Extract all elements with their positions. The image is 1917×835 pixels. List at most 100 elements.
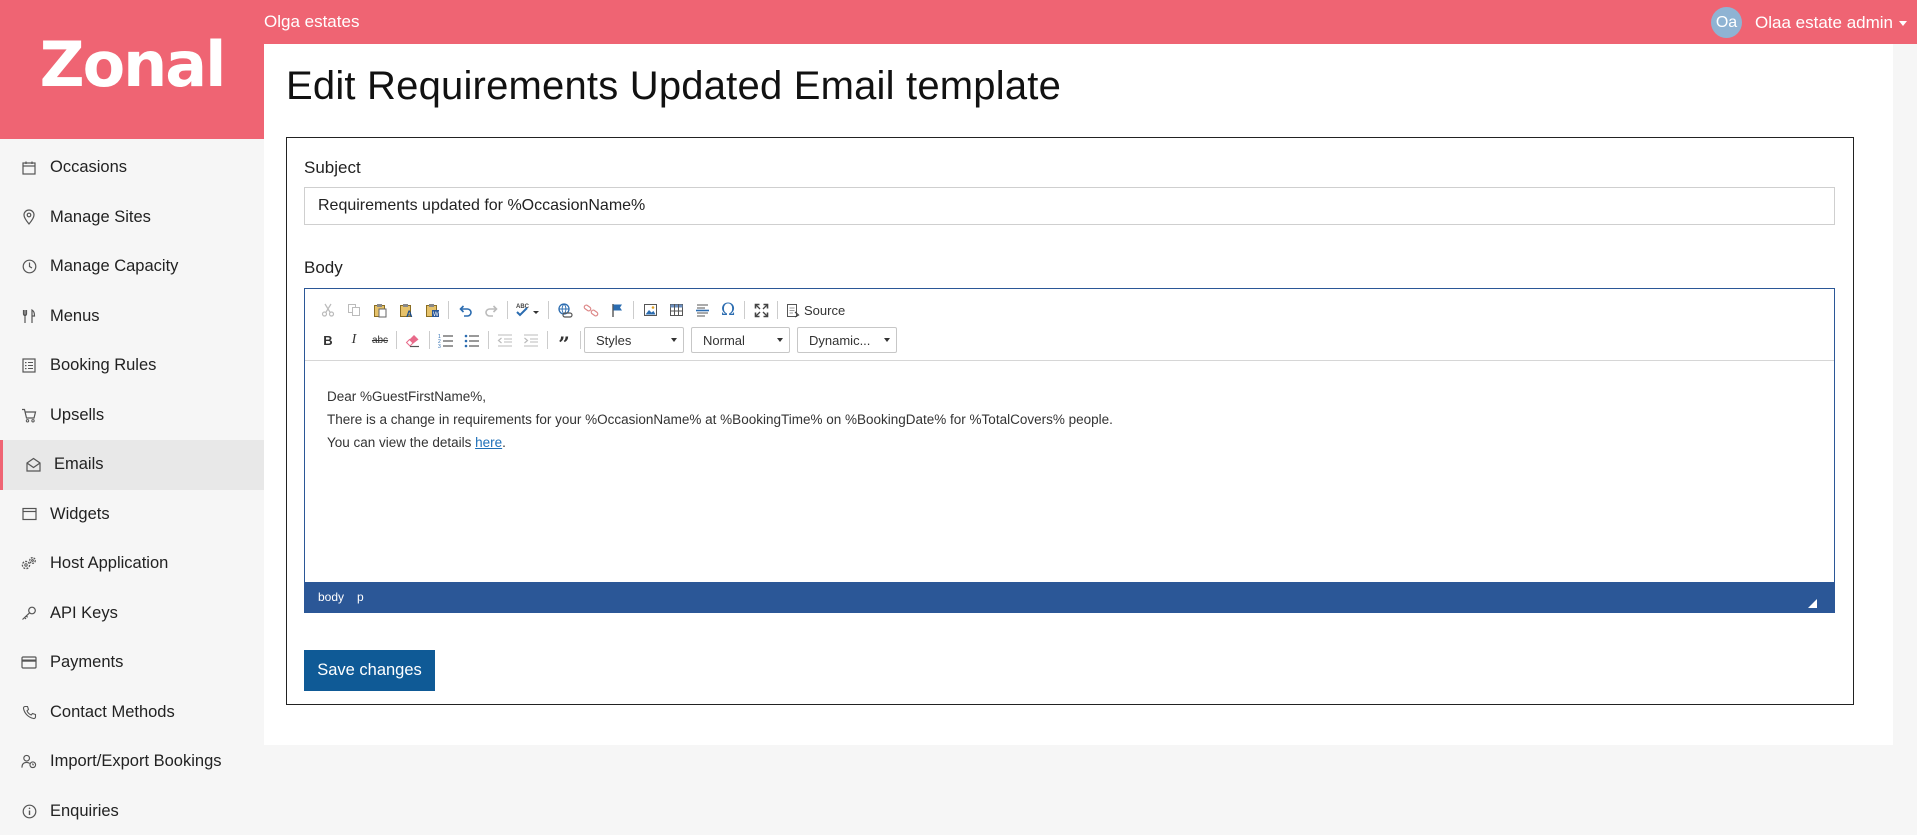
sidebar-item-label: Menus — [50, 306, 100, 325]
toolbar-separator — [777, 301, 778, 319]
location-pin-icon — [21, 209, 37, 226]
body-text: You can view the details — [327, 435, 476, 450]
svg-text:W: W — [433, 312, 439, 318]
sidebar-item-emails[interactable]: Emails — [0, 440, 264, 490]
redo-icon[interactable] — [478, 297, 504, 323]
decrease-indent-icon[interactable] — [492, 327, 518, 353]
sidebar: Zonal Occasions Manage Sites Manage Capa… — [0, 0, 264, 835]
body-line: There is a change in requirements for yo… — [327, 412, 1113, 427]
organisation-name[interactable]: Olga estates — [264, 12, 359, 32]
editor-content-area[interactable]: Dear %GuestFirstName%, There is a change… — [305, 361, 1834, 581]
maximize-icon[interactable] — [748, 297, 774, 323]
element-path-body[interactable]: body — [318, 590, 344, 604]
avatar[interactable]: Oa — [1711, 7, 1743, 38]
toolbar-separator — [548, 301, 549, 319]
logo-area[interactable]: Zonal — [0, 0, 264, 139]
source-label: Source — [804, 302, 846, 318]
increase-indent-icon[interactable] — [518, 327, 544, 353]
main-content: Edit Requirements Updated Email template… — [264, 44, 1893, 745]
svg-text:3: 3 — [438, 344, 441, 348]
copy-icon[interactable] — [341, 297, 367, 323]
sidebar-nav: Occasions Manage Sites Manage Capacity M… — [0, 143, 264, 835]
sidebar-item-manage-sites[interactable]: Manage Sites — [0, 193, 264, 243]
format-dropdown[interactable]: Normal — [691, 327, 790, 353]
details-link[interactable]: here — [475, 435, 502, 450]
toolbar-separator — [744, 301, 745, 319]
resize-handle-icon[interactable] — [1808, 599, 1817, 608]
sidebar-item-label: Occasions — [50, 158, 128, 177]
paste-word-icon[interactable]: W — [419, 297, 445, 323]
sidebar-item-import-export-bookings[interactable]: Import/Export Bookings — [0, 737, 264, 787]
chevron-down-icon — [671, 338, 677, 342]
sidebar-item-label: Contact Methods — [50, 702, 175, 721]
unlink-icon[interactable] — [578, 297, 604, 323]
anchor-flag-icon[interactable] — [604, 297, 630, 323]
bulleted-list-icon[interactable] — [459, 327, 485, 353]
sidebar-item-menus[interactable]: Menus — [0, 292, 264, 342]
source-icon — [785, 303, 800, 318]
styles-dropdown-label: Styles — [596, 332, 632, 348]
cut-icon[interactable] — [315, 297, 341, 323]
blockquote-icon[interactable]: ” — [551, 327, 577, 356]
info-icon — [21, 803, 37, 819]
sidebar-item-label: Host Application — [50, 554, 169, 573]
sidebar-item-host-application[interactable]: Host Application — [0, 539, 264, 589]
zonal-logo[interactable]: Zonal — [40, 28, 227, 101]
image-icon[interactable] — [637, 297, 663, 323]
body-label: Body — [304, 258, 343, 277]
save-changes-button[interactable]: Save changes — [304, 650, 435, 691]
undo-icon[interactable] — [452, 297, 478, 323]
styles-dropdown[interactable]: Styles — [584, 327, 684, 353]
toolbar-separator — [429, 331, 430, 349]
sidebar-item-upsells[interactable]: Upsells — [0, 391, 264, 441]
link-icon[interactable] — [552, 297, 578, 323]
special-character-icon[interactable]: Ω — [715, 297, 741, 323]
sidebar-item-payments[interactable]: Payments — [0, 638, 264, 688]
chevron-down-icon[interactable] — [1899, 21, 1907, 26]
remove-format-icon[interactable] — [400, 327, 426, 353]
editor-status-bar: body p — [305, 582, 1834, 612]
element-path-p[interactable]: p — [357, 590, 364, 604]
subject-input[interactable] — [304, 187, 1835, 225]
sidebar-item-occasions[interactable]: Occasions — [0, 143, 264, 193]
italic-icon[interactable]: I — [341, 327, 367, 353]
strikethrough-icon[interactable]: abc — [367, 327, 393, 353]
numbered-list-icon[interactable]: 123 — [433, 327, 459, 353]
key-icon — [21, 605, 37, 621]
gears-icon — [21, 556, 37, 572]
subject-label: Subject — [304, 158, 361, 177]
sidebar-item-widgets[interactable]: Widgets — [0, 490, 264, 540]
credit-card-icon — [21, 655, 37, 671]
bold-icon[interactable]: B — [315, 327, 341, 353]
user-name[interactable]: Olaa estate admin — [1755, 13, 1893, 33]
toolbar-separator — [507, 301, 508, 319]
toolbar-separator — [488, 331, 489, 349]
paste-icon[interactable] — [367, 297, 393, 323]
sidebar-item-label: Enquiries — [50, 801, 119, 820]
user-sync-icon — [21, 754, 37, 770]
sidebar-item-booking-rules[interactable]: Booking Rules — [0, 341, 264, 391]
horizontal-line-icon[interactable] — [689, 297, 715, 323]
sidebar-item-label: Import/Export Bookings — [50, 752, 222, 771]
sidebar-item-label: Booking Rules — [50, 356, 157, 375]
svg-text:A: A — [406, 309, 413, 318]
svg-text:ABC: ABC — [516, 304, 530, 310]
sidebar-item-label: Emails — [54, 455, 104, 474]
spellcheck-icon[interactable]: ABC — [511, 297, 545, 323]
table-icon[interactable] — [663, 297, 689, 323]
sidebar-item-enquiries[interactable]: Enquiries — [0, 787, 264, 835]
cutlery-icon — [21, 308, 37, 324]
toolbar-separator — [633, 301, 634, 319]
dynamic-fields-dropdown[interactable]: Dynamic... — [797, 327, 897, 353]
sidebar-item-manage-capacity[interactable]: Manage Capacity — [0, 242, 264, 292]
sidebar-item-label: API Keys — [50, 603, 118, 622]
toolbar-separator — [448, 301, 449, 319]
sidebar-item-contact-methods[interactable]: Contact Methods — [0, 688, 264, 738]
sidebar-item-api-keys[interactable]: API Keys — [0, 589, 264, 639]
cart-icon — [21, 407, 37, 423]
user-menu[interactable]: Oa Olaa estate admin — [1711, 7, 1907, 38]
format-dropdown-label: Normal — [703, 332, 745, 348]
rich-text-editor[interactable]: A W ABC Ω Source B I abc 1 2 3 ” Styles … — [304, 288, 1835, 613]
source-button[interactable]: Source — [781, 297, 849, 323]
paste-text-icon[interactable]: A — [393, 297, 419, 323]
